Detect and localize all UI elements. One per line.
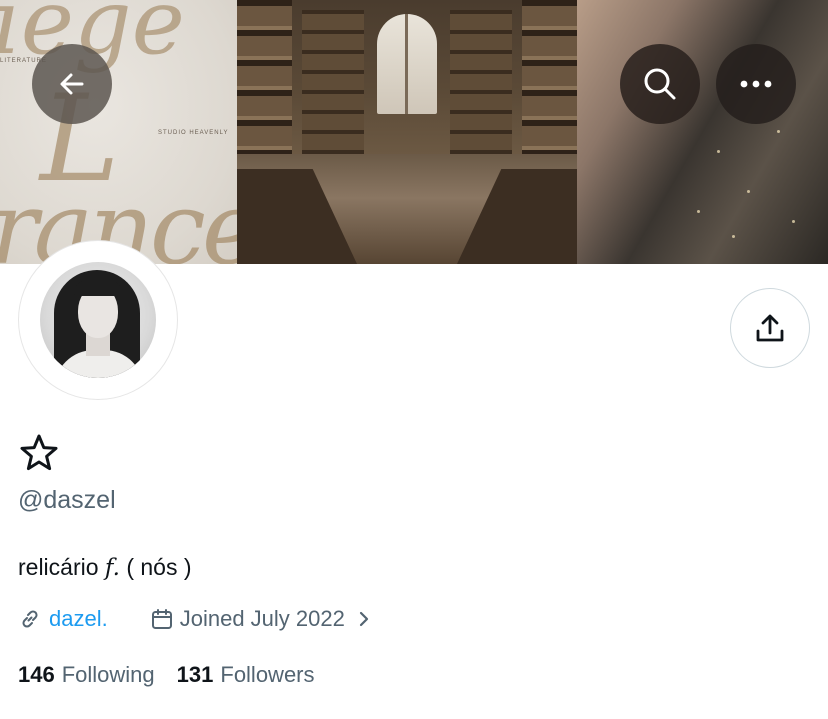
calendar-icon bbox=[151, 609, 172, 629]
follow-stats: 146 Following 131 Followers bbox=[18, 662, 337, 688]
profile-banner[interactable]: iege L rance LITERATURE STUDIO HEAVENLY bbox=[0, 0, 828, 264]
more-horizontal-icon bbox=[740, 80, 772, 88]
arrow-left-icon bbox=[60, 73, 84, 95]
following-link[interactable]: 146 Following bbox=[18, 662, 155, 688]
sparkle bbox=[792, 220, 795, 223]
sparkle bbox=[747, 190, 750, 193]
avatar-bangs bbox=[74, 280, 122, 296]
book-stack-left bbox=[302, 10, 364, 160]
followers-link[interactable]: 131 Followers bbox=[177, 662, 315, 688]
library-window bbox=[377, 14, 437, 114]
profile-bio: relicário f. ( nós ) bbox=[18, 554, 192, 581]
website-link[interactable]: dazel. bbox=[49, 606, 108, 632]
star-outline-icon bbox=[20, 434, 58, 471]
followers-label: Followers bbox=[220, 662, 315, 687]
sparkle bbox=[732, 235, 735, 238]
profile-meta: dazel. Joined July 2022 bbox=[18, 604, 371, 634]
link-icon bbox=[22, 610, 38, 628]
sparkle bbox=[717, 150, 720, 153]
followers-count: 131 bbox=[176, 662, 214, 687]
banner-panel-dresses bbox=[577, 0, 828, 264]
following-label: Following bbox=[61, 662, 155, 687]
chevron-right-icon[interactable] bbox=[357, 610, 371, 628]
more-options-button[interactable] bbox=[716, 44, 796, 124]
sparkle bbox=[697, 210, 700, 213]
share-profile-button[interactable] bbox=[730, 288, 810, 368]
profile-handle: @daszel bbox=[18, 486, 116, 514]
bio-text-before: relicário bbox=[18, 554, 105, 580]
banner-panel-calligraphy: iege L rance LITERATURE STUDIO HEAVENLY bbox=[0, 0, 237, 264]
share-icon bbox=[756, 314, 784, 342]
bio-text-after: ( nós ) bbox=[119, 554, 192, 580]
search-icon bbox=[644, 68, 676, 100]
sparkle bbox=[777, 130, 780, 133]
following-count: 146 bbox=[18, 662, 55, 687]
banner-small-text-bottom: STUDIO HEAVENLY bbox=[158, 130, 229, 136]
book-stack-right bbox=[450, 10, 512, 160]
joined-date[interactable]: Joined July 2022 bbox=[180, 606, 345, 632]
profile-avatar-frame[interactable] bbox=[18, 240, 178, 400]
banner-panel-library bbox=[237, 0, 577, 264]
back-button[interactable] bbox=[32, 44, 112, 124]
bio-text-f: f. bbox=[104, 555, 120, 581]
search-button[interactable] bbox=[620, 44, 700, 124]
avatar[interactable] bbox=[40, 262, 156, 378]
